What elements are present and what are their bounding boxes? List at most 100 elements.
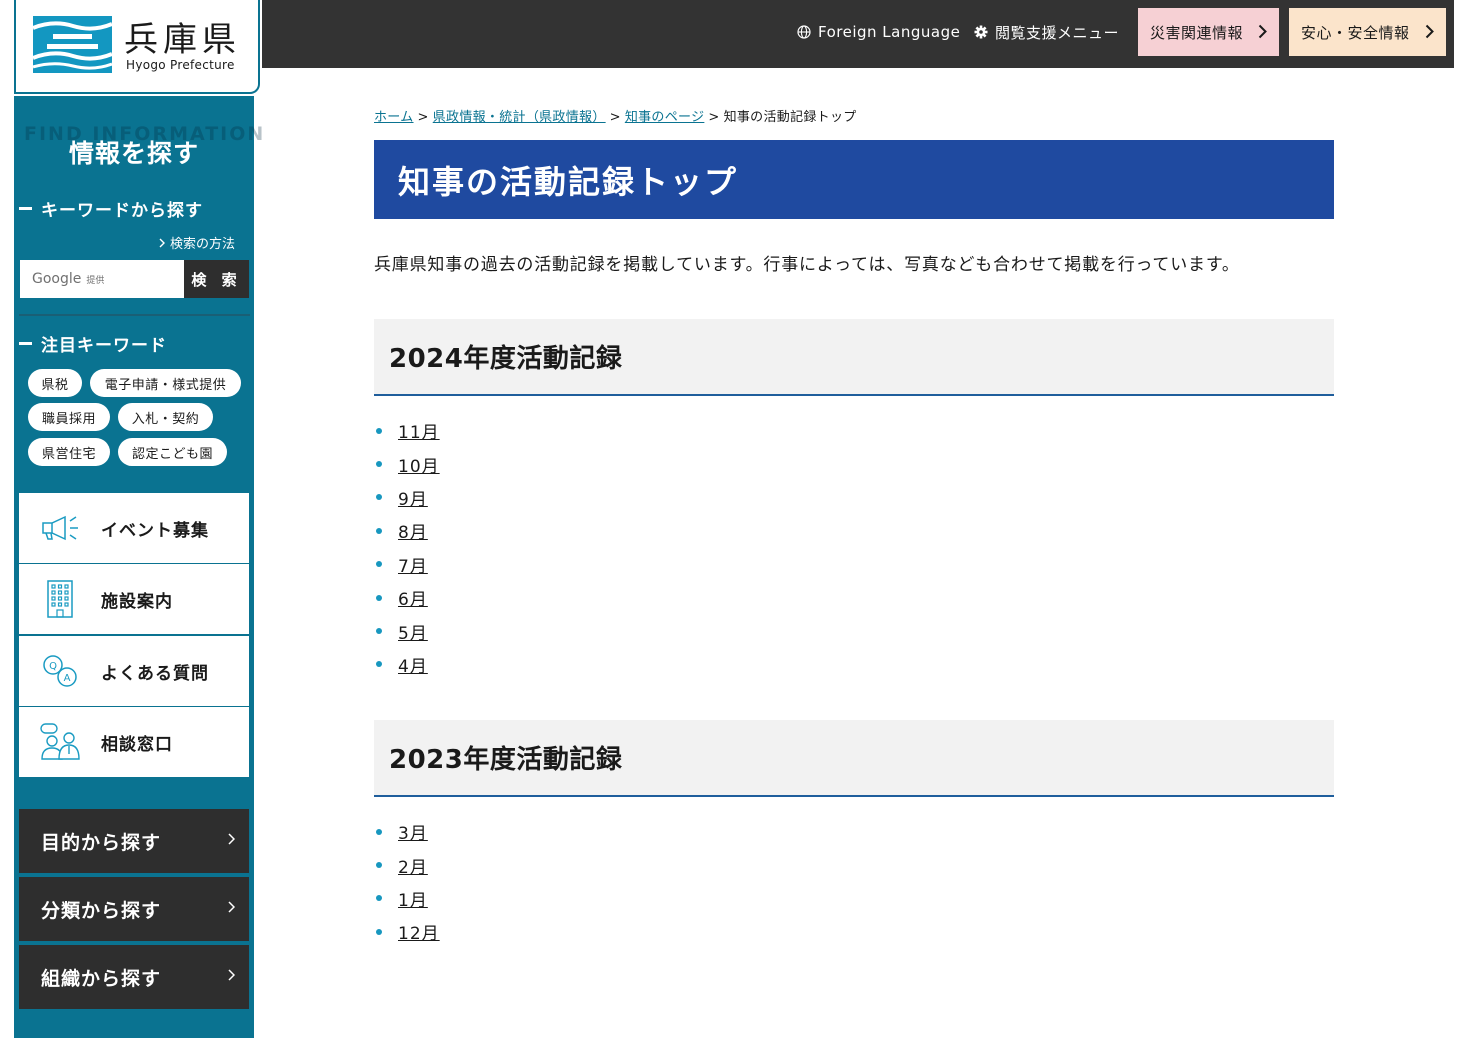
page-title: 知事の活動記録トップ [374,140,1334,219]
foreign-language-link[interactable]: Foreign Language [797,0,960,64]
month-list-2024: 11月 10月 9月 8月 7月 6月 5月 4月 [374,414,440,681]
keyword-chip-housing[interactable]: 県営住宅 [28,438,110,466]
bullet-icon [376,862,382,869]
bullet-icon [376,561,382,568]
menu-facilities[interactable]: 施設案内 [19,564,249,634]
browse-by-purpose-button[interactable]: 目的から探す [19,809,249,873]
breadcrumb-governor-page[interactable]: 知事のページ [625,110,705,125]
browse-by-purpose-label: 目的から探す [41,831,162,854]
menu-faq-label: よくある質問 [101,663,209,684]
breadcrumb-separator: > [708,110,720,125]
list-item: 5月 [374,614,440,647]
sidebar: FIND INFORMATION 情報を探す キーワードから探す 検索の方法 G… [14,96,263,1038]
list-item: 6月 [374,581,440,614]
month-link[interactable]: 3月 [398,819,428,844]
safety-info-button[interactable]: 安心・安全情報 [1289,8,1446,56]
building-icon [47,580,73,618]
prefecture-emblem-icon [33,16,112,73]
site-logo[interactable]: 兵庫県 Hyogo Prefecture [14,0,260,94]
logo-subtitle: Hyogo Prefecture [126,58,235,72]
month-list-2023: 3月 2月 1月 12月 [374,815,440,949]
month-link[interactable]: 9月 [398,485,428,510]
bullet-icon [376,828,382,835]
browse-by-organization-button[interactable]: 組織から探す [19,945,249,1009]
month-link[interactable]: 10月 [398,452,440,477]
keyword-chip-e-application[interactable]: 電子申請・様式提供 [90,369,241,397]
browse-by-category-button[interactable]: 分類から探す [19,877,249,941]
list-item: 7月 [374,548,440,581]
search-button[interactable]: 検 索 [184,260,249,298]
keyword-chip-tax[interactable]: 県税 [28,369,82,397]
month-link[interactable]: 7月 [398,552,428,577]
disaster-info-label: 災害関連情報 [1150,23,1244,42]
top-bar: Foreign Language 閲覧支援メニュー 災害関連情報 安心・安全情報 [262,0,1454,68]
bullet-icon [376,527,382,534]
svg-text:Q: Q [49,661,57,672]
chevron-right-icon [1425,24,1434,39]
section-heading-2023: 2023年度活動記録 [374,720,1334,797]
search-howto-link[interactable]: 検索の方法 [159,233,235,252]
breadcrumb-prefectural-info[interactable]: 県政情報・統計（県政情報） [433,110,606,125]
logo-title: 兵庫県 [124,20,241,60]
month-link[interactable]: 6月 [398,585,428,610]
keyword-search-heading: キーワードから探す [19,196,203,221]
month-link[interactable]: 5月 [398,619,428,644]
keyword-search-label: キーワードから探す [41,201,203,221]
chevron-right-icon [228,833,235,845]
breadcrumb: ホーム > 県政情報・統計（県政情報） > 知事のページ > 知事の活動記録トップ [374,106,857,125]
bullet-icon [376,661,382,668]
accessibility-menu-button[interactable]: 閲覧支援メニュー [974,0,1119,64]
trending-keywords-heading: 注目キーワード [19,331,167,356]
safety-info-label: 安心・安全情報 [1301,23,1410,42]
globe-icon [797,25,811,39]
list-item: 12月 [374,915,440,948]
bullet-icon [376,628,382,635]
menu-faq[interactable]: Q A よくある質問 [19,636,249,706]
keyword-chip-bidding[interactable]: 入札・契約 [118,403,213,431]
month-link[interactable]: 1月 [398,886,428,911]
divider [19,314,250,316]
breadcrumb-separator: > [417,110,429,125]
menu-consultation[interactable]: 相談窓口 [19,707,249,777]
list-item: 4月 [374,648,440,681]
disaster-info-button[interactable]: 災害関連情報 [1138,8,1279,56]
trending-keywords-label: 注目キーワード [41,336,167,356]
bullet-icon [376,427,382,434]
month-link[interactable]: 12月 [398,919,440,944]
menu-events-label: イベント募集 [101,520,209,541]
gear-icon [974,25,988,39]
browse-by-organization-label: 組織から探す [41,967,162,990]
list-item: 8月 [374,514,440,547]
breadcrumb-current: 知事の活動記録トップ [723,110,857,125]
browse-by-category-label: 分類から探す [41,899,162,922]
svg-text:A: A [64,673,71,684]
qa-icon: Q A [43,655,77,687]
list-item: 9月 [374,481,440,514]
menu-consultation-label: 相談窓口 [101,734,173,755]
dash-icon [19,207,32,210]
list-item: 10月 [374,447,440,480]
menu-events[interactable]: イベント募集 [19,493,249,563]
list-item: 11月 [374,414,440,447]
menu-facilities-label: 施設案内 [101,591,173,612]
bullet-icon [376,461,382,468]
keyword-chip-recruitment[interactable]: 職員採用 [28,403,110,431]
month-link[interactable]: 11月 [398,418,440,443]
breadcrumb-home[interactable]: ホーム [374,110,414,125]
accessibility-menu-label: 閲覧支援メニュー [995,23,1120,42]
month-link[interactable]: 2月 [398,853,428,878]
section-heading-2024: 2024年度活動記録 [374,319,1334,396]
list-item: 1月 [374,882,440,915]
chevron-right-icon [159,238,165,247]
list-item: 3月 [374,815,440,848]
month-link[interactable]: 8月 [398,518,428,543]
list-item: 2月 [374,848,440,881]
search-howto-label: 検索の方法 [169,237,235,252]
bullet-icon [376,594,382,601]
search-input[interactable]: Google 提供 [20,260,184,298]
megaphone-icon [42,515,78,541]
find-information-heading: 情報を探す [68,139,199,168]
chevron-right-icon [228,901,235,913]
keyword-chip-kindergarten[interactable]: 認定こども園 [118,438,227,466]
month-link[interactable]: 4月 [398,652,428,677]
